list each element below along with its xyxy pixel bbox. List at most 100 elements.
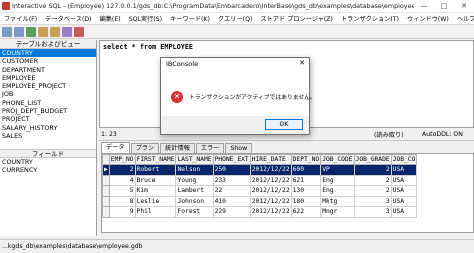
cell[interactable]: Mngr (320, 206, 355, 218)
tab-data[interactable]: データ (101, 142, 130, 153)
cell[interactable]: Nelson (175, 164, 214, 176)
cell[interactable]: 22 (212, 185, 251, 197)
table-row[interactable]: 9 Phil Forest 229 2012/12/22 622 Mngr 3 … (102, 206, 418, 218)
cell[interactable]: 233 (212, 174, 251, 186)
cell[interactable]: 250 (212, 164, 251, 176)
menu-transaction[interactable]: トランザクション(T) (337, 14, 403, 23)
table-item-job[interactable]: JOB (0, 90, 96, 98)
table-item-sales[interactable]: SALES (0, 132, 96, 140)
cell[interactable]: USA (390, 206, 418, 218)
table-item-customer[interactable]: CUSTOMER (0, 57, 96, 65)
cell[interactable]: 5 (108, 185, 136, 197)
dialog-close-icon[interactable]: ✕ (299, 59, 305, 67)
menu-stored-procedure[interactable]: ストアド プロシージャ(Z) (256, 14, 336, 23)
cell[interactable]: 2012/12/22 (249, 174, 292, 186)
col-job-grade[interactable]: JOB_GRADE (353, 154, 392, 165)
menu-query[interactable]: クエリー(Q) (214, 14, 256, 23)
col-last-name[interactable]: LAST_NAME (175, 154, 214, 165)
result-grid[interactable]: EMP_NO FIRST_NAME LAST_NAME PHONE_EXT HI… (101, 153, 474, 233)
menu-database[interactable]: データベース(D) (41, 14, 95, 23)
cell[interactable]: 180 (290, 195, 322, 207)
table-row[interactable]: 8 Leslie Johnson 410 2012/12/22 180 Mktg… (102, 195, 418, 207)
cell[interactable]: Phil (134, 206, 177, 218)
menu-edit[interactable]: 編集(E) (96, 14, 125, 23)
cell[interactable]: USA (390, 174, 418, 186)
maximize-button[interactable]: □ (434, 0, 454, 13)
table-item-project[interactable]: PROJECT (0, 115, 96, 123)
menu-help[interactable]: ヘルプ(H) (453, 14, 474, 23)
menu-sql-run[interactable]: SQL実行(S) (125, 14, 166, 23)
cell[interactable]: 2012/12/22 (249, 185, 292, 197)
sql-text[interactable]: select * from EMPLOYEE (100, 41, 473, 53)
cell[interactable]: Robert (134, 164, 177, 176)
cell[interactable]: 622 (290, 206, 322, 218)
menu-file[interactable]: ファイル(F) (0, 14, 41, 23)
cell[interactable]: Eng (320, 185, 355, 197)
col-job-country[interactable]: JOB_CO (390, 154, 418, 165)
cell[interactable]: 2 (353, 164, 392, 176)
cell[interactable]: Young (175, 174, 214, 186)
save-icon[interactable] (14, 26, 24, 37)
cell[interactable]: 600 (290, 164, 322, 176)
cell[interactable]: VP (320, 164, 355, 176)
next-icon[interactable] (50, 26, 60, 37)
cell[interactable]: 621 (290, 174, 322, 186)
commit-icon[interactable] (62, 26, 72, 37)
cell[interactable]: 3 (353, 206, 392, 218)
prev-icon[interactable] (38, 26, 48, 37)
table-item-department[interactable]: DEPARTMENT (0, 66, 96, 74)
cell[interactable]: Eng (320, 174, 355, 186)
col-job-code[interactable]: JOB_CODE (320, 154, 355, 165)
cell[interactable]: Mktg (320, 195, 355, 207)
field-item-country[interactable]: COUNTRY (0, 158, 96, 166)
cell[interactable]: 4 (108, 174, 136, 186)
table-item-phone-list[interactable]: PHONE_LIST (0, 99, 96, 107)
table-item-employee[interactable]: EMPLOYEE (0, 74, 96, 82)
table-item-employee-project[interactable]: EMPLOYEE_PROJECT (0, 82, 96, 90)
menu-window[interactable]: ウィンドウ(W) (403, 14, 453, 23)
cell[interactable]: 130 (290, 185, 322, 197)
table-item-proj-dept-budget[interactable]: PROJ_DEPT_BUDGET (0, 107, 96, 115)
rollback-icon[interactable] (74, 26, 84, 37)
open-icon[interactable] (2, 26, 12, 37)
table-row[interactable]: ▶ 2 Robert Nelson 250 2012/12/22 600 VP … (102, 164, 418, 176)
cell[interactable]: Lambert (175, 185, 214, 197)
execute-icon[interactable] (26, 26, 36, 37)
col-dept-no[interactable]: DEPT_NO (290, 154, 322, 165)
cell[interactable]: 2 (353, 185, 392, 197)
cell[interactable]: USA (390, 185, 418, 197)
cell[interactable]: Forest (175, 206, 214, 218)
close-button[interactable]: ✕ (454, 0, 474, 13)
ok-button[interactable]: OK (265, 119, 303, 130)
cell[interactable]: 3 (353, 195, 392, 207)
table-item-salary-history[interactable]: SALARY_HISTORY (0, 124, 96, 132)
cell[interactable]: 2 (108, 164, 136, 176)
field-item-currency[interactable]: CURRENCY (0, 166, 96, 174)
col-hire-date[interactable]: HIRE_DATE (249, 154, 292, 165)
tab-statistics[interactable]: 統計情報 (160, 143, 195, 153)
cell[interactable]: Kim (134, 185, 177, 197)
cell[interactable]: 8 (108, 195, 136, 207)
cell[interactable]: Johnson (175, 195, 214, 207)
cell[interactable]: 2012/12/22 (249, 164, 292, 176)
cell[interactable]: Leslie (134, 195, 177, 207)
table-row[interactable]: 4 Bruce Young 233 2012/12/22 621 Eng 2 U… (102, 174, 418, 186)
cell[interactable]: Bruce (134, 174, 177, 186)
tab-plan[interactable]: プラン (130, 143, 160, 153)
cell[interactable]: 410 (212, 195, 251, 207)
cell[interactable]: 229 (212, 206, 251, 218)
tab-errors[interactable]: エラー (195, 143, 225, 153)
cell[interactable]: 2012/12/22 (249, 206, 292, 218)
cell[interactable]: USA (390, 164, 418, 176)
col-phone-ext[interactable]: PHONE_EXT (212, 154, 251, 165)
tab-show[interactable]: Show (225, 143, 253, 153)
cell[interactable]: 2012/12/22 (249, 195, 292, 207)
cell[interactable]: 2 (353, 174, 392, 186)
menu-keyword[interactable]: キーワード(K) (166, 14, 214, 23)
col-first-name[interactable]: FIRST_NAME (134, 154, 177, 165)
col-emp-no[interactable]: EMP_NO (108, 154, 136, 165)
table-item-country[interactable]: COUNTRY (0, 49, 96, 58)
cell[interactable]: USA (390, 195, 418, 207)
minimize-button[interactable]: — (414, 0, 434, 13)
cell[interactable]: 9 (108, 206, 136, 218)
